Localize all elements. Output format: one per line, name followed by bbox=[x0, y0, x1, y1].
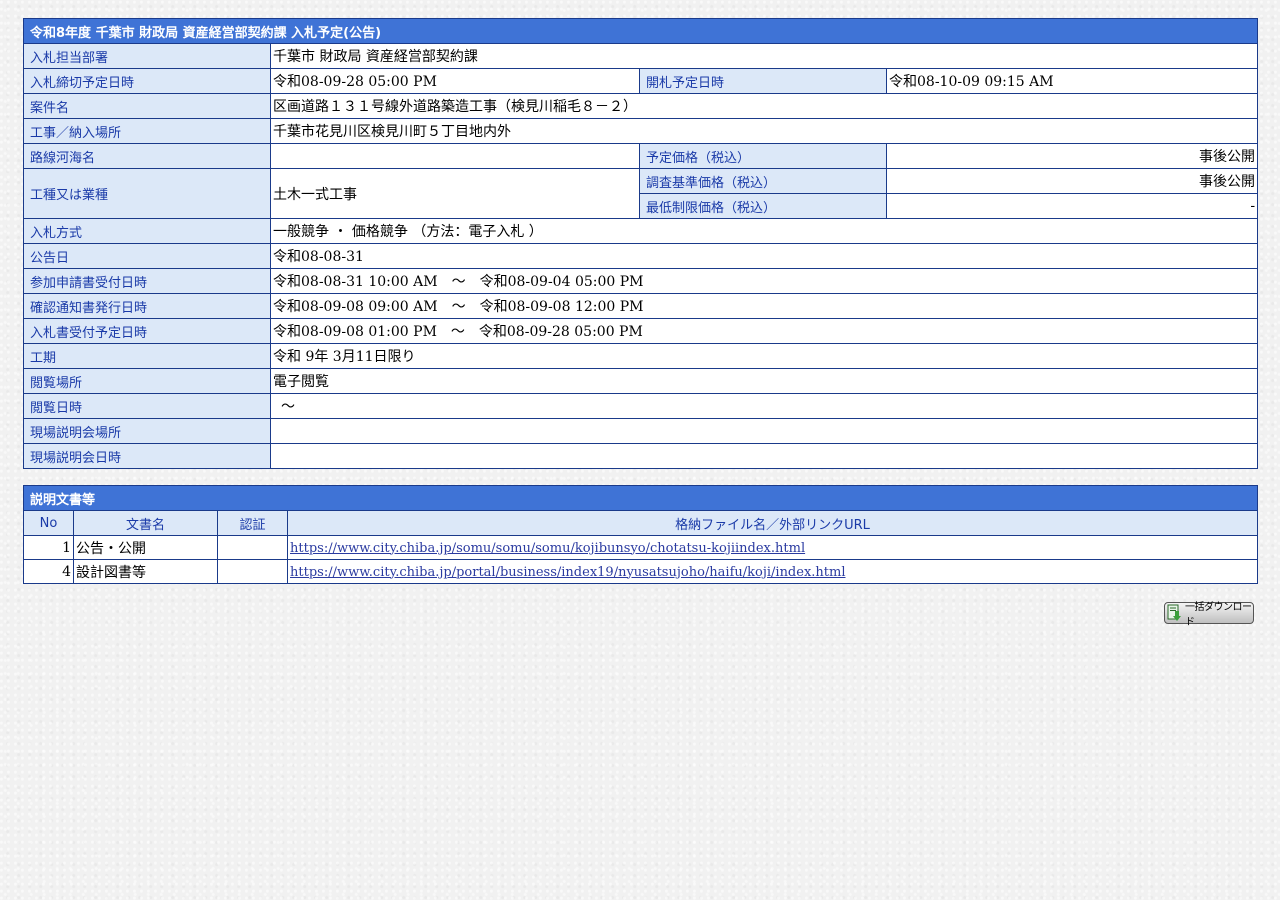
case-name-value: 区画道路１３１号線外道路築造工事（検見川稲毛８－２） bbox=[269, 93, 1259, 119]
planned-price-value: 事後公開 bbox=[885, 143, 1259, 169]
doc-file-cell: https://www.city.chiba.jp/portal/busines… bbox=[286, 559, 1259, 584]
department-label: 入札担当部署 bbox=[23, 43, 271, 69]
doc-no: 1 bbox=[23, 535, 74, 560]
confirmation-label: 確認通知書発行日時 bbox=[23, 293, 271, 319]
route-label: 路線河海名 bbox=[23, 143, 271, 169]
col-header-name: 文書名 bbox=[73, 510, 218, 536]
survey-price-value: 事後公開 bbox=[885, 168, 1259, 194]
survey-price-label: 調査基準価格（税込） bbox=[639, 168, 887, 194]
col-header-no: No bbox=[23, 510, 74, 536]
method-label: 入札方式 bbox=[23, 218, 271, 244]
briefing-time-value bbox=[269, 443, 1259, 469]
application-period-value: 令和08-08-31 10:00 AM ～ 令和08-09-04 05:00 P… bbox=[269, 268, 1259, 294]
min-price-label: 最低制限価格（税込） bbox=[639, 193, 887, 219]
planned-price-label: 予定価格（税込） bbox=[639, 143, 887, 169]
deadline-label: 入札締切予定日時 bbox=[23, 68, 271, 94]
viewing-place-label: 閲覧場所 bbox=[23, 368, 271, 394]
briefing-place-value bbox=[269, 418, 1259, 444]
doc-link[interactable]: https://www.city.chiba.jp/somu/somu/somu… bbox=[290, 541, 805, 556]
confirmation-value: 令和08-09-08 09:00 AM ～ 令和08-09-08 12:00 P… bbox=[269, 293, 1259, 319]
documents-table: 説明文書等 No 文書名 認証 格納ファイル名／外部リンクURL 1 公告・公開… bbox=[22, 485, 1259, 584]
briefing-place-label: 現場説明会場所 bbox=[23, 418, 271, 444]
route-value bbox=[270, 143, 640, 169]
case-name-label: 案件名 bbox=[23, 93, 271, 119]
method-value: 一般競争 ・ 価格競争 （方法：電子入札 ） bbox=[269, 218, 1259, 244]
doc-name: 設計図書等 bbox=[73, 559, 218, 584]
opening-value: 令和08-10-09 09:15 AM bbox=[885, 68, 1259, 94]
work-type-value: 土木一式工事 bbox=[270, 168, 640, 219]
table-row: 4 設計図書等 https://www.city.chiba.jp/portal… bbox=[23, 559, 1259, 584]
doc-file-cell: https://www.city.chiba.jp/somu/somu/somu… bbox=[286, 535, 1259, 560]
doc-name: 公告・公開 bbox=[73, 535, 218, 560]
doc-link[interactable]: https://www.city.chiba.jp/portal/busines… bbox=[290, 565, 846, 580]
doc-auth bbox=[217, 535, 288, 560]
download-file-icon bbox=[1167, 604, 1183, 622]
bid-receipt-value: 令和08-09-08 01:00 PM ～ 令和08-09-28 05:00 P… bbox=[269, 318, 1259, 344]
location-value: 千葉市花見川区検見川町５丁目地内外 bbox=[269, 118, 1259, 144]
period-value: 令和 9年 3月11日限り bbox=[269, 343, 1259, 369]
viewing-time-value: ～ bbox=[269, 393, 1259, 419]
period-label: 工期 bbox=[23, 343, 271, 369]
application-period-label: 参加申請書受付日時 bbox=[23, 268, 271, 294]
announce-date-label: 公告日 bbox=[23, 243, 271, 269]
bid-info-table: 令和8年度 千葉市 財政局 資産経営部契約課 入札予定(公告) 入札担当部署 千… bbox=[22, 18, 1259, 469]
opening-label: 開札予定日時 bbox=[639, 68, 887, 94]
doc-auth bbox=[217, 559, 288, 584]
bulk-download-label: 一括ダウンロード bbox=[1185, 602, 1252, 628]
announce-date-value: 令和08-08-31 bbox=[269, 243, 1259, 269]
bid-info-title: 令和8年度 千葉市 財政局 資産経営部契約課 入札予定(公告) bbox=[22, 18, 1259, 44]
doc-no: 4 bbox=[23, 559, 74, 584]
min-price-value: - bbox=[885, 193, 1259, 219]
col-header-auth: 認証 bbox=[217, 510, 288, 536]
col-header-file: 格納ファイル名／外部リンクURL bbox=[286, 510, 1259, 536]
download-area: 一括ダウンロード bbox=[23, 602, 1257, 642]
documents-title: 説明文書等 bbox=[22, 485, 1259, 511]
department-value: 千葉市 財政局 資産経営部契約課 bbox=[269, 43, 1259, 69]
viewing-time-label: 閲覧日時 bbox=[23, 393, 271, 419]
deadline-value: 令和08-09-28 05:00 PM bbox=[270, 68, 640, 94]
page-content: 令和8年度 千葉市 財政局 資産経営部契約課 入札予定(公告) 入札担当部署 千… bbox=[22, 18, 1259, 642]
table-row: 1 公告・公開 https://www.city.chiba.jp/somu/s… bbox=[23, 535, 1259, 560]
work-type-label: 工種又は業種 bbox=[23, 168, 271, 219]
briefing-time-label: 現場説明会日時 bbox=[23, 443, 271, 469]
viewing-place-value: 電子閲覧 bbox=[269, 368, 1259, 394]
bid-receipt-label: 入札書受付予定日時 bbox=[23, 318, 271, 344]
location-label: 工事／納入場所 bbox=[23, 118, 271, 144]
bulk-download-button[interactable]: 一括ダウンロード bbox=[1164, 602, 1254, 628]
